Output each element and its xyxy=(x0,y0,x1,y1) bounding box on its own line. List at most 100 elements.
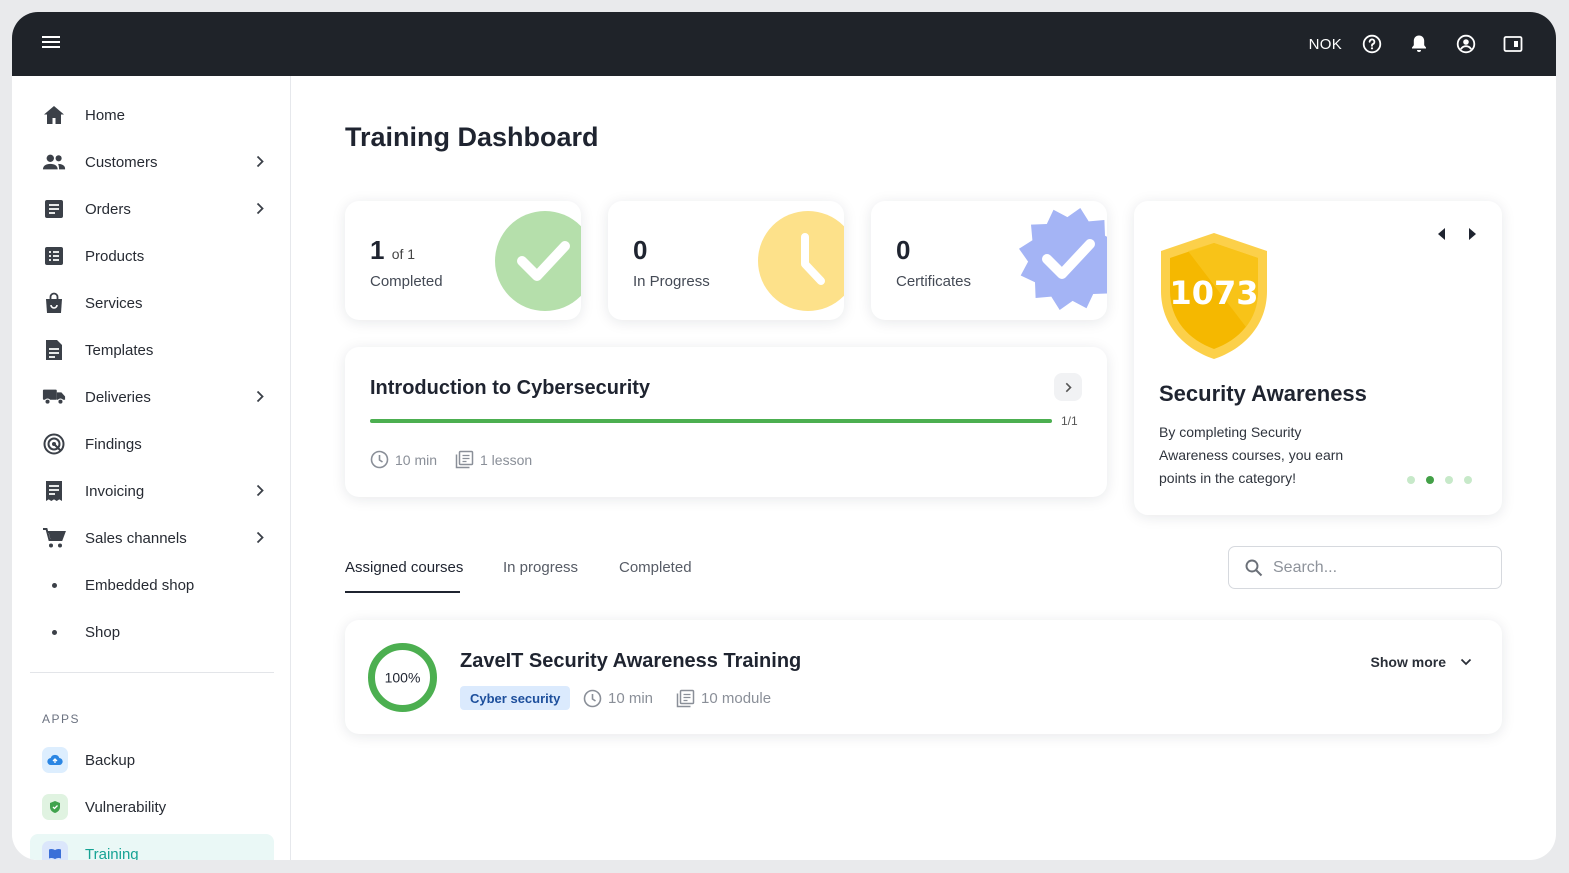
sidebar-item-sales-channels[interactable]: Sales channels xyxy=(30,518,274,558)
top-bar: NOK xyxy=(12,12,1556,76)
completed-total: of 1 xyxy=(391,246,416,262)
chevron-right-icon xyxy=(256,390,264,403)
carousel-dot[interactable] xyxy=(1407,476,1415,484)
sidebar-item-label: Templates xyxy=(85,341,154,359)
book-icon xyxy=(42,841,68,860)
target-icon xyxy=(42,432,66,456)
search-input[interactable] xyxy=(1273,558,1473,577)
sidebar-item-label: Sales channels xyxy=(85,529,187,547)
apps-section-label: APPS xyxy=(42,712,81,726)
completed-count: 1 xyxy=(370,235,385,265)
sidebar-item-label: Findings xyxy=(85,435,142,453)
sidebar-item-home[interactable]: Home xyxy=(30,95,274,135)
clock-icon xyxy=(758,211,844,311)
clock-outline-icon xyxy=(583,689,602,708)
course-lessons: 1 lesson xyxy=(455,450,532,469)
show-more-label: Show more xyxy=(1370,654,1446,670)
current-course-title: Introduction to Cybersecurity xyxy=(370,377,651,399)
orders-icon xyxy=(42,197,66,221)
sidebar-item-label: Vulnerability xyxy=(85,798,167,816)
sidebar-item-templates[interactable]: Templates xyxy=(30,330,274,370)
account-icon[interactable] xyxy=(1453,31,1479,57)
course-row-modules-text: 10 module xyxy=(701,690,772,707)
course-progress-fill xyxy=(370,419,1052,423)
search-box[interactable] xyxy=(1228,546,1502,589)
sidebar-item-label: Home xyxy=(85,106,126,124)
chevron-right-icon xyxy=(256,531,264,544)
stat-certificates-value: 0 xyxy=(896,235,911,265)
sidebar-item-label: Invoicing xyxy=(85,482,145,500)
sidebar-item-label: Training xyxy=(85,845,139,861)
stat-card-certificates: 0 Certificates xyxy=(871,201,1107,320)
course-row-duration-text: 10 min xyxy=(608,690,654,707)
course-row-duration: 10 min xyxy=(583,689,653,708)
bell-icon[interactable] xyxy=(1406,31,1432,57)
sidebar-item-label: Products xyxy=(85,247,145,265)
sidebar-item-shop[interactable]: Shop xyxy=(30,612,274,652)
sidebar-item-orders[interactable]: Orders xyxy=(30,189,274,229)
bullet-icon xyxy=(52,629,57,635)
invoice-icon xyxy=(42,479,66,503)
course-row-modules: 10 module xyxy=(676,689,771,708)
caret-right-icon xyxy=(1469,228,1476,240)
show-more-button[interactable]: Show more xyxy=(1371,654,1472,670)
sidebar-item-findings[interactable]: Findings xyxy=(30,424,274,464)
page-title: Training Dashboard xyxy=(345,122,599,152)
stat-in-progress-label: In Progress xyxy=(633,273,710,290)
tab-in-progress[interactable]: In progress xyxy=(503,559,578,576)
caret-left-icon xyxy=(1438,228,1445,240)
course-progress-label: 1/1 xyxy=(1061,414,1078,428)
carousel-dot[interactable] xyxy=(1426,476,1434,484)
carousel-dot[interactable] xyxy=(1464,476,1472,484)
carousel-prev-button[interactable] xyxy=(1436,227,1446,246)
sidebar-item-products[interactable]: Products xyxy=(30,236,274,276)
menu-icon[interactable] xyxy=(42,36,60,52)
stat-completed-value: 1 of 1 xyxy=(370,235,415,266)
tab-assigned-courses[interactable]: Assigned courses xyxy=(345,559,463,576)
modules-icon xyxy=(676,689,695,708)
sidebar-item-deliveries[interactable]: Deliveries xyxy=(30,377,274,417)
chevron-right-icon xyxy=(1065,382,1072,392)
stat-card-in-progress: 0 In Progress xyxy=(608,201,844,320)
sidebar-item-vulnerability[interactable]: Vulnerability xyxy=(30,787,274,827)
help-icon[interactable] xyxy=(1359,31,1385,57)
security-awareness-card: 1073 Security Awareness By completing Se… xyxy=(1134,201,1502,515)
carousel-arrows xyxy=(1436,227,1478,246)
sidebar-item-training[interactable]: Training xyxy=(30,834,274,860)
sidebar-item-embedded-shop[interactable]: Embedded shop xyxy=(30,565,274,605)
home-icon xyxy=(42,103,66,127)
wallet-icon[interactable] xyxy=(1500,31,1526,57)
open-course-button[interactable] xyxy=(1054,373,1082,401)
list-icon xyxy=(42,244,66,268)
carousel-dot[interactable] xyxy=(1445,476,1453,484)
sidebar-item-label: Shop xyxy=(85,623,121,641)
sidebar-item-invoicing[interactable]: Invoicing xyxy=(30,471,274,511)
sidebar-item-label: Customers xyxy=(85,153,158,171)
chevron-right-icon xyxy=(256,202,264,215)
currency-selector[interactable]: NOK xyxy=(1309,36,1342,53)
course-lessons-text: 1 lesson xyxy=(480,451,533,468)
course-row[interactable]: 100% ZaveIT Security Awareness Training … xyxy=(345,620,1502,734)
verified-badge-icon xyxy=(1019,208,1107,310)
course-row-title: ZaveIT Security Awareness Training xyxy=(460,650,802,672)
sidebar-item-services[interactable]: Services xyxy=(30,283,274,323)
shopping-bag-icon xyxy=(42,291,66,315)
check-circle-icon xyxy=(495,211,581,311)
search-icon xyxy=(1245,559,1263,576)
sidebar-item-customers[interactable]: Customers xyxy=(30,142,274,182)
carousel-next-button[interactable] xyxy=(1468,227,1478,246)
awareness-description: By completing Security Awareness courses… xyxy=(1159,424,1344,486)
cart-icon xyxy=(42,526,66,550)
cloud-upload-icon xyxy=(42,747,68,773)
completion-ring: 100% xyxy=(368,643,437,712)
sidebar-item-backup[interactable]: Backup xyxy=(30,740,274,780)
tab-completed[interactable]: Completed xyxy=(619,559,692,576)
lessons-icon xyxy=(455,450,474,469)
shield-badge-icon: 1073 xyxy=(1161,233,1267,359)
current-course-card[interactable]: Introduction to Cybersecurity 1/1 10 min… xyxy=(345,347,1107,497)
course-duration-text: 10 min xyxy=(395,451,438,468)
awareness-points: 1073 xyxy=(1169,274,1258,312)
stat-certificates-label: Certificates xyxy=(896,273,972,290)
awareness-title: Security Awareness xyxy=(1159,381,1367,406)
sidebar-item-label: Deliveries xyxy=(85,388,151,406)
